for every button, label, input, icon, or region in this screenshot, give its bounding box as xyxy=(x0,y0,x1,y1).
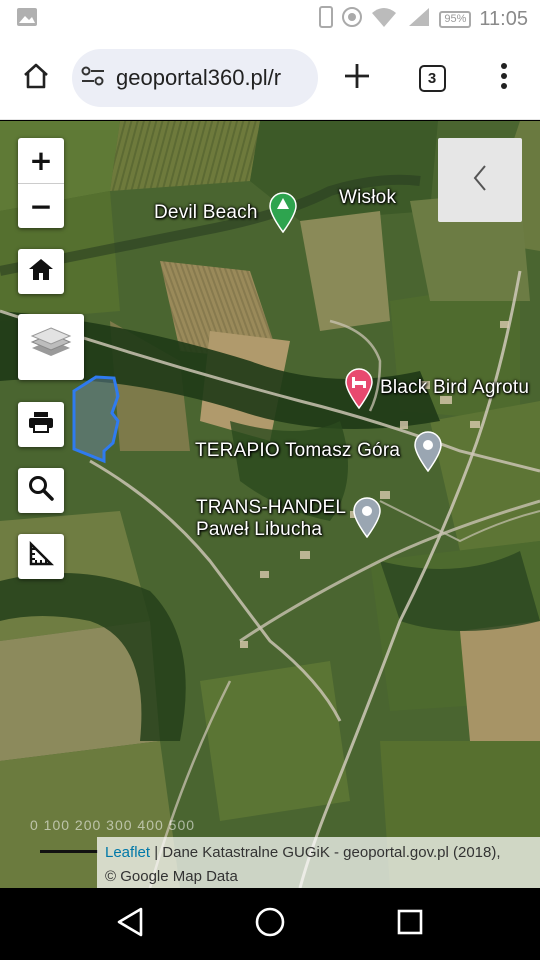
hotel-pin-icon[interactable] xyxy=(344,367,374,414)
layers-button[interactable] xyxy=(18,314,84,380)
place-pin-icon[interactable] xyxy=(352,496,382,543)
back-triangle-icon xyxy=(116,907,144,942)
system-nav-bar xyxy=(0,888,540,960)
back-button[interactable] xyxy=(100,894,160,954)
search-button[interactable] xyxy=(18,468,64,513)
place-label-terapio: TERAPIO Tomasz Góra xyxy=(195,440,401,461)
home-circle-icon xyxy=(254,906,286,943)
tab-switcher-icon: 3 xyxy=(418,64,446,92)
signal-icon xyxy=(405,6,431,33)
map-view[interactable]: Wisłok Devil Beach Black Bird Agrotu TER… xyxy=(0,121,540,888)
home-icon xyxy=(21,61,51,96)
home-icon xyxy=(28,257,54,286)
attribution-text: | Dane Katastralne GUGiK - geoportal.gov… xyxy=(150,844,501,861)
attribution-google: © Google Map Data xyxy=(105,868,238,885)
place-pin-icon[interactable] xyxy=(413,430,443,477)
measure-ruler-icon xyxy=(28,540,55,572)
zoom-control: + − xyxy=(18,138,64,228)
home-button[interactable] xyxy=(12,54,60,102)
site-settings-icon[interactable] xyxy=(80,64,106,93)
new-tab-button[interactable] xyxy=(333,54,381,102)
wifi-icon xyxy=(371,6,397,33)
home-view-button[interactable] xyxy=(18,249,64,294)
gallery-icon xyxy=(16,7,38,32)
river-label: Wisłok xyxy=(339,187,397,208)
more-vert-icon xyxy=(500,62,508,95)
zoom-in-button[interactable]: + xyxy=(18,138,64,183)
place-label-devil-beach: Devil Beach xyxy=(154,202,258,223)
status-bar: 95% 11:05 xyxy=(0,0,540,38)
recents-square-icon xyxy=(396,908,424,941)
battery-indicator: 95% xyxy=(439,10,472,28)
measure-button[interactable] xyxy=(18,534,64,579)
panel-toggle-button[interactable] xyxy=(438,138,522,222)
clock: 11:05 xyxy=(479,7,528,30)
data-saver-icon xyxy=(341,6,363,33)
address-bar[interactable]: geoportal360.pl/r xyxy=(72,49,318,107)
home-nav-button[interactable] xyxy=(240,894,300,954)
phone-icon xyxy=(319,5,334,33)
scale-line xyxy=(40,850,98,853)
search-icon xyxy=(28,475,54,506)
zoom-out-button[interactable]: − xyxy=(18,183,64,228)
print-icon xyxy=(28,411,54,438)
scale-ticks: 0 100 200 300 400 500 xyxy=(30,817,196,833)
tab-switcher-button[interactable]: 3 xyxy=(408,54,456,102)
browser-toolbar: geoportal360.pl/r 3 xyxy=(0,38,540,120)
chevron-left-icon xyxy=(472,164,488,197)
more-options-button[interactable] xyxy=(480,54,528,102)
recents-button[interactable] xyxy=(380,894,440,954)
url-text: geoportal360.pl/r xyxy=(116,65,282,90)
place-label-trans-handel: TRANS-HANDEL xyxy=(196,497,347,518)
park-pin-icon[interactable] xyxy=(268,191,298,238)
layers-icon xyxy=(30,326,72,369)
map-attribution: Leaflet | Dane Katastralne GUGiK - geopo… xyxy=(97,837,540,888)
new-tab-plus-icon xyxy=(343,62,371,95)
leaflet-link[interactable]: Leaflet xyxy=(105,844,150,861)
place-label-black-bird: Black Bird Agrotu xyxy=(380,377,530,398)
print-button[interactable] xyxy=(18,402,64,447)
place-label-trans-handel-owner: Paweł Libucha xyxy=(196,519,323,540)
